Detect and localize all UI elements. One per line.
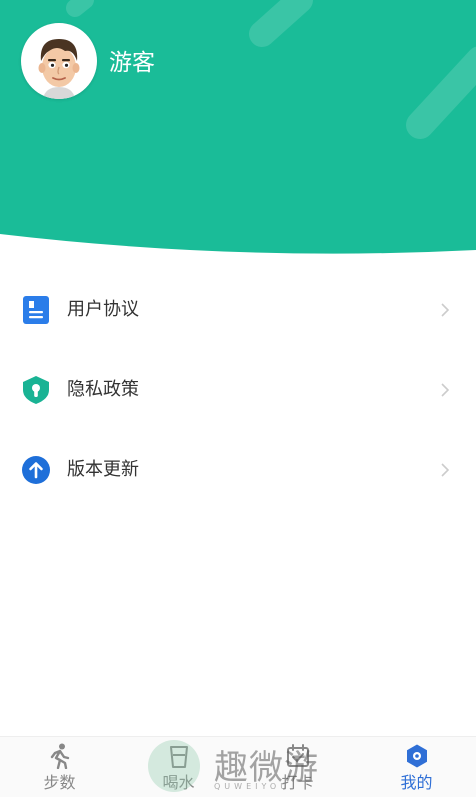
profile-header: 游客 (0, 0, 476, 256)
check-in-icon (287, 744, 309, 767)
chevron-right-icon (441, 303, 450, 317)
tab-water[interactable]: 喝水 (119, 737, 238, 797)
chevron-right-icon (441, 383, 450, 397)
tab-label: 喝水 (162, 773, 195, 792)
arrow-up-circle-icon (22, 456, 50, 484)
menu-item-label: 隐私政策 (67, 379, 139, 400)
username: 游客 (109, 50, 155, 76)
tab-steps[interactable]: 步数 (0, 737, 119, 797)
tab-label: 我的 (400, 773, 433, 792)
tab-label: 打卡 (281, 773, 314, 792)
menu-item-privacy-policy[interactable]: 隐私政策 (0, 350, 476, 430)
tab-label: 步数 (43, 773, 76, 792)
water-cup-icon (170, 746, 188, 768)
menu-item-user-agreement[interactable]: 用户协议 (0, 270, 476, 350)
tab-checkin[interactable]: 打卡 (238, 737, 357, 797)
document-icon (23, 296, 49, 324)
cartoon-avatar-icon (38, 39, 80, 99)
chevron-right-icon (441, 463, 450, 477)
walking-person-icon (50, 743, 70, 769)
shield-lock-icon (23, 376, 49, 404)
menu-item-label: 用户协议 (67, 299, 139, 320)
hexagon-gear-icon (407, 744, 427, 768)
settings-menu: 用户协议 隐私政策 版本更新 (0, 270, 476, 510)
avatar[interactable] (21, 23, 97, 99)
tab-mine[interactable]: 我的 (357, 737, 476, 797)
bottom-tab-bar: 步数 喝水 打卡 我的 (0, 736, 476, 797)
menu-item-version-update[interactable]: 版本更新 (0, 430, 476, 510)
menu-item-label: 版本更新 (67, 459, 139, 480)
